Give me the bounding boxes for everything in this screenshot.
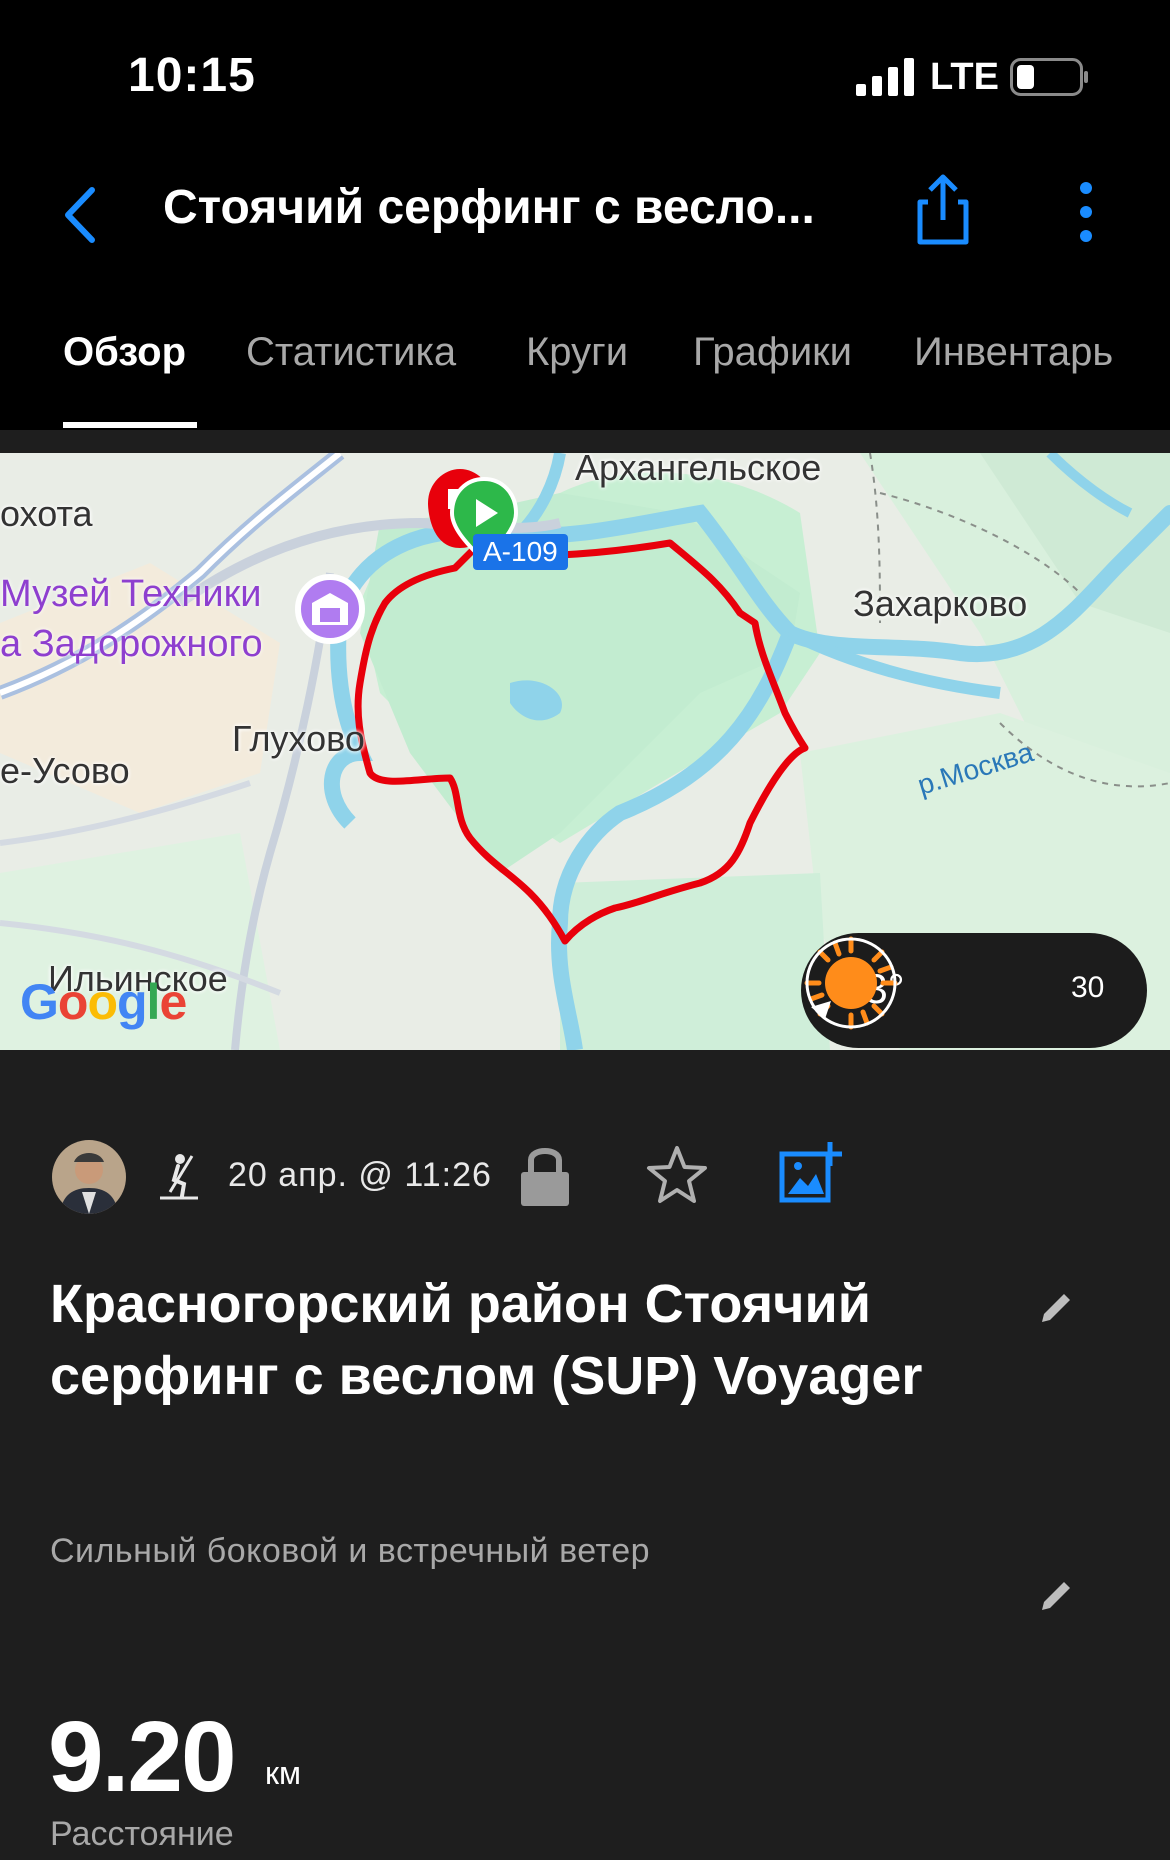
share-icon[interactable] <box>912 172 974 248</box>
tab-statistics[interactable]: Статистика <box>246 330 456 375</box>
tab-laps[interactable]: Круги <box>526 330 628 375</box>
more-options-icon[interactable] <box>1068 180 1104 244</box>
page-title: Стоячий серфинг с весло... <box>163 181 815 234</box>
place-label: Захарково <box>853 583 1028 624</box>
add-photo-icon[interactable] <box>778 1140 844 1206</box>
wind-speed: 30 <box>1071 971 1105 1004</box>
avatar[interactable] <box>52 1140 126 1214</box>
place-label: охота <box>0 493 93 534</box>
weather-badge[interactable]: 23° 30 <box>801 933 1147 1048</box>
back-chevron-icon[interactable] <box>56 180 106 250</box>
status-bar: 10:15 LTE <box>0 0 1170 150</box>
edit-title-pencil-icon[interactable] <box>1036 1288 1076 1328</box>
active-tab-indicator <box>63 422 197 428</box>
tab-charts[interactable]: Графики <box>693 330 852 375</box>
activity-title: Красногорский район Стоячий серфинг с ве… <box>50 1274 923 1406</box>
place-label: е-Усово <box>0 750 130 791</box>
sup-activity-icon <box>160 1154 198 1200</box>
activity-description: Сильный боковой и встречный ветер <box>50 1532 651 1570</box>
nav-bar: Стоячий серфинг с весло... <box>0 150 1170 280</box>
activity-meta-row: 20 апр. @ 11:26 <box>0 1130 1170 1220</box>
signal-icon <box>856 58 914 96</box>
google-logo: Google <box>20 974 187 1030</box>
route-map[interactable]: Архангельское охота Захарково Глухово е-… <box>0 453 1170 1050</box>
distance-label: Расстояние <box>50 1815 234 1853</box>
star-icon[interactable] <box>646 1144 708 1206</box>
road-badge: А-109 <box>473 534 568 570</box>
tab-bar: Обзор Статистика Круги Графики Инвентарь <box>0 280 1170 430</box>
edit-description-pencil-icon[interactable] <box>1036 1576 1076 1616</box>
museum-pin-icon[interactable] <box>295 574 365 644</box>
tab-overview[interactable]: Обзор <box>63 330 186 375</box>
wind-direction-icon <box>805 937 897 1029</box>
tab-gear[interactable]: Инвентарь <box>914 330 1113 375</box>
place-label: Архангельское <box>575 453 822 488</box>
battery-icon <box>1010 58 1088 96</box>
activity-date: 20 апр. @ 11:26 <box>228 1156 492 1194</box>
status-time: 10:15 <box>128 49 256 102</box>
distance-value: 9.20 <box>48 1701 237 1813</box>
lock-icon[interactable] <box>519 1142 571 1208</box>
network-label: LTE <box>930 56 999 98</box>
place-label: Глухово <box>232 718 365 759</box>
distance-unit: км <box>265 1755 301 1791</box>
museum-label[interactable]: Музей Техники а Задорожного <box>0 569 263 669</box>
